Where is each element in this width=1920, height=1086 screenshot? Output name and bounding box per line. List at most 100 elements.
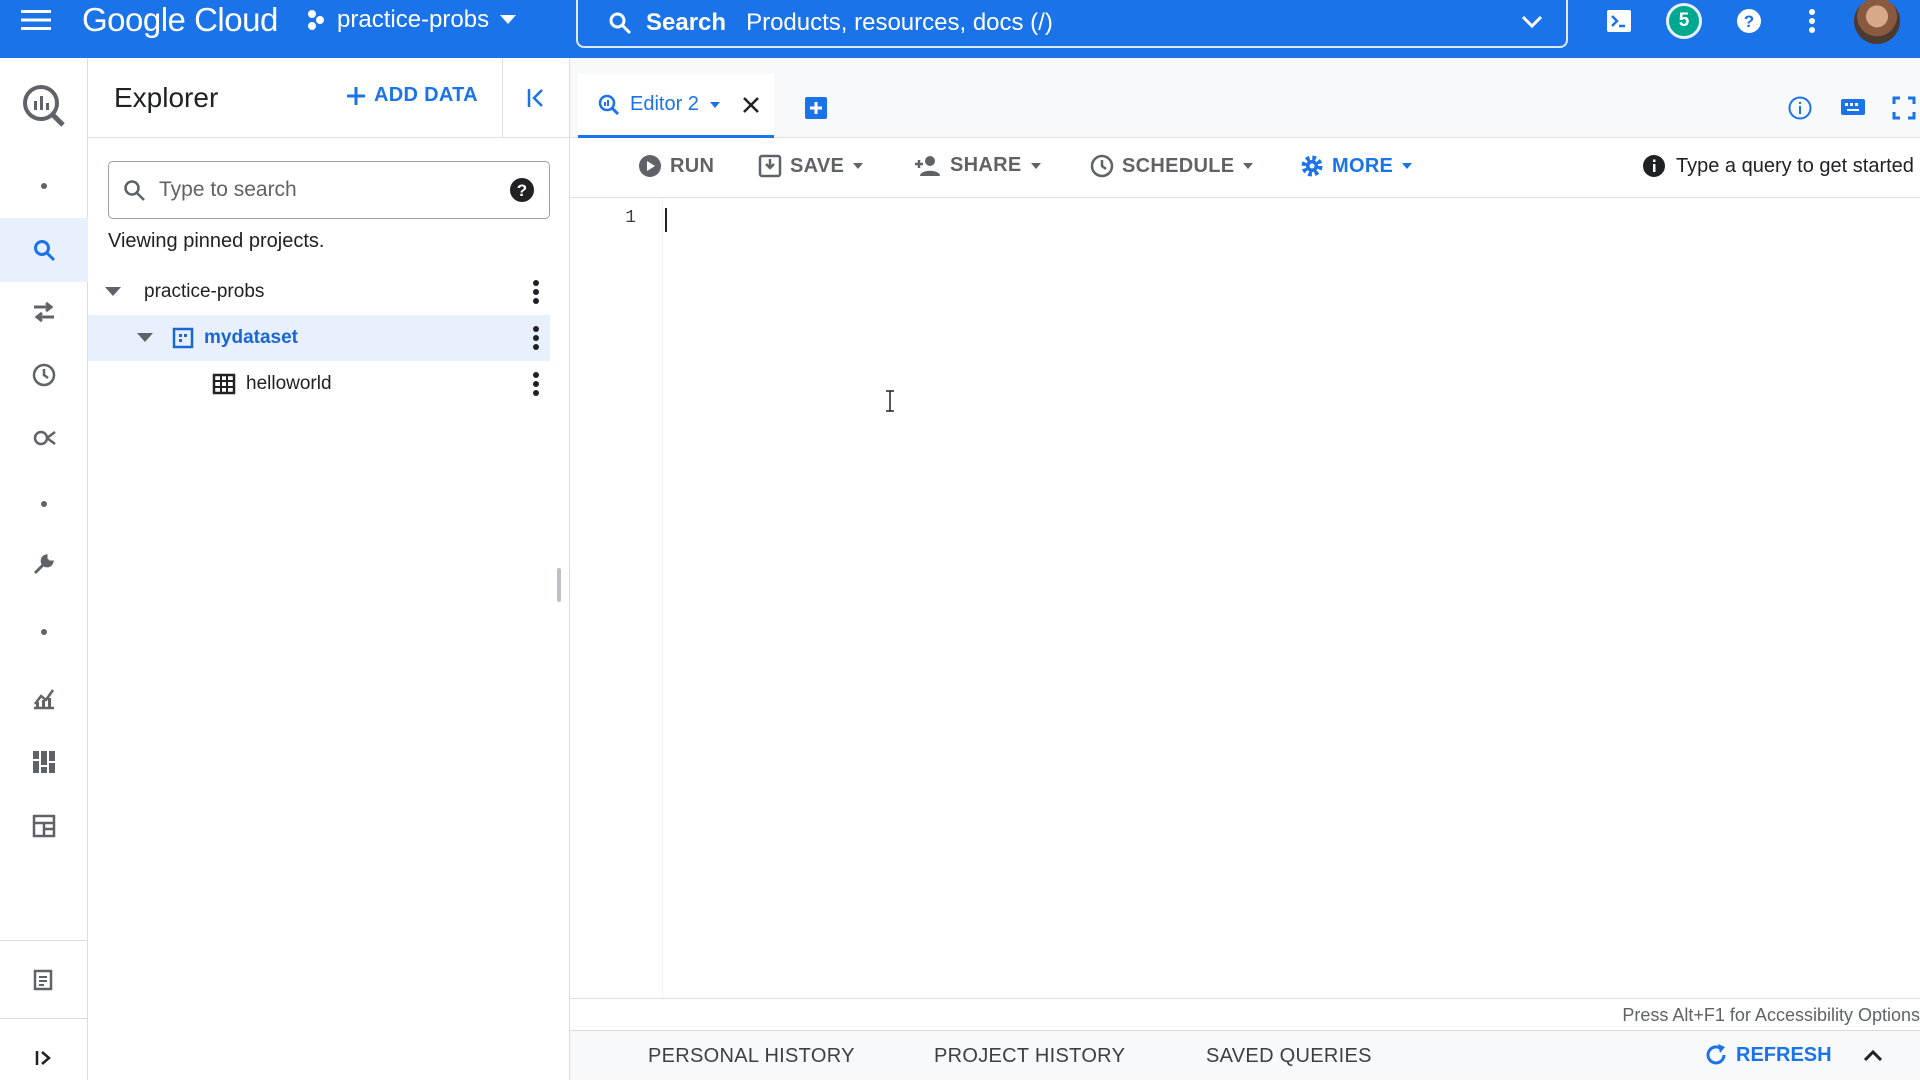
viewing-pinned-text: Viewing pinned projects.: [108, 230, 325, 252]
sql-code-editor[interactable]: [662, 198, 1920, 998]
nav-dot-1: [0, 158, 88, 214]
explorer-search-box[interactable]: ?: [108, 161, 550, 219]
refresh-label: REFRESH: [1736, 1043, 1832, 1066]
keyboard-icon[interactable]: [1840, 96, 1866, 118]
run-button[interactable]: RUN: [638, 154, 714, 178]
close-tab-button[interactable]: [741, 95, 761, 115]
expand-right-icon: [35, 1051, 51, 1065]
tree-item-label: practice-probs: [144, 281, 265, 302]
more-button[interactable]: MORE: [1300, 154, 1413, 178]
info-icon[interactable]: [1788, 96, 1812, 120]
more-options-button[interactable]: [1800, 0, 1824, 42]
nav-dashboard[interactable]: [0, 734, 88, 790]
account-button[interactable]: [1852, 0, 1902, 44]
project-selector[interactable]: practice-probs: [305, 0, 517, 40]
caret-down-icon: [1030, 162, 1041, 169]
query-hint: Type a query to get started: [1642, 154, 1914, 178]
save-button[interactable]: SAVE: [758, 154, 864, 178]
grid-table-icon: [32, 814, 56, 838]
caret-down-icon[interactable]: [709, 101, 721, 109]
top-bar: Google Cloud practice-probs Search Produ…: [0, 0, 1920, 58]
nav-release-notes[interactable]: [0, 952, 88, 1008]
help-icon[interactable]: ?: [509, 177, 535, 203]
notification-badge: 5: [1666, 3, 1702, 39]
nav-dot-3: [0, 604, 88, 660]
info-filled-icon: [1643, 155, 1665, 177]
share-button[interactable]: SHARE: [914, 154, 1042, 177]
tab-personal-history[interactable]: PERSONAL HISTORY: [648, 1045, 855, 1068]
bigquery-icon: [23, 85, 65, 127]
search-icon: [34, 240, 56, 262]
tab-project-history[interactable]: PROJECT HISTORY: [934, 1045, 1125, 1068]
project-name: practice-probs: [337, 6, 490, 33]
nav-analytics-hub[interactable]: [0, 410, 88, 466]
bottom-history-bar: PERSONAL HISTORY PROJECT HISTORY SAVED Q…: [570, 1030, 1920, 1080]
kebab-menu-icon[interactable]: [532, 371, 540, 397]
chevron-up-icon[interactable]: [1862, 1045, 1884, 1067]
add-tab-icon[interactable]: [804, 96, 828, 120]
wrench-icon: [33, 554, 54, 575]
tree-item-project[interactable]: practice-probs: [88, 269, 550, 315]
cloud-shell-button[interactable]: [1604, 0, 1634, 42]
caret-down-icon: [1402, 163, 1413, 169]
dataset-icon: [172, 327, 194, 349]
panel-resize-handle[interactable]: [557, 568, 561, 602]
add-data-label: ADD DATA: [374, 84, 478, 106]
nav-data-transfers[interactable]: [0, 284, 88, 340]
tab-editor-2[interactable]: Editor 2: [578, 74, 774, 138]
help-button[interactable]: ?: [1734, 0, 1764, 42]
schedule-label: SCHEDULE: [1122, 154, 1235, 177]
caret-down-icon: [500, 15, 517, 24]
caret-down-icon[interactable]: [104, 286, 122, 298]
nav-table[interactable]: [0, 798, 88, 854]
gear-icon: [1301, 155, 1323, 177]
hint-text: Type a query to get started: [1676, 154, 1914, 177]
table-icon: [212, 373, 236, 395]
add-person-icon: [915, 155, 940, 176]
dashboard-icon: [33, 751, 55, 773]
main-menu-button[interactable]: [16, 0, 56, 40]
kebab-menu-icon[interactable]: [532, 279, 540, 305]
chevron-down-icon[interactable]: [1520, 10, 1544, 34]
close-icon: [743, 96, 759, 113]
bigquery-logo-button[interactable]: [0, 68, 88, 144]
nav-monitoring[interactable]: [0, 670, 88, 726]
save-label: SAVE: [790, 154, 845, 177]
chart-icon: [34, 689, 55, 710]
tree-item-table[interactable]: helloworld: [88, 361, 550, 407]
tree-item-dataset[interactable]: mydataset: [88, 315, 550, 361]
nav-tools[interactable]: [0, 536, 88, 592]
left-nav-rail: [0, 58, 88, 1080]
accessibility-hint: Press Alt+F1 for Accessibility Options: [570, 998, 1920, 1030]
tree-item-label: mydataset: [204, 327, 298, 348]
explorer-title: Explorer: [114, 82, 219, 113]
tab-saved-queries[interactable]: SAVED QUERIES: [1206, 1045, 1372, 1068]
editor-area: Editor 2 RUN SAVE SHARE SCHEDULE MORE Ty…: [570, 58, 1920, 1080]
svg-text:?: ?: [1744, 12, 1754, 31]
add-data-button[interactable]: ADD DATA: [346, 84, 478, 107]
nav-scheduled-queries[interactable]: [0, 347, 88, 403]
expand-nav-button[interactable]: [0, 1030, 88, 1086]
tab-label: Editor 2: [630, 93, 699, 115]
global-search-bar[interactable]: Search Products, resources, docs (/): [576, 0, 1568, 48]
svg-text:?: ?: [517, 181, 527, 200]
fullscreen-icon[interactable]: [1892, 96, 1916, 120]
clock-icon: [1090, 154, 1114, 178]
schedule-button[interactable]: SCHEDULE: [1090, 154, 1254, 178]
refresh-button[interactable]: REFRESH: [1704, 1043, 1832, 1067]
explorer-panel: Explorer ADD DATA ? Viewing pinned proje…: [88, 58, 570, 1080]
caret-down-icon[interactable]: [136, 332, 154, 344]
explorer-search-input[interactable]: [157, 177, 487, 203]
editor-tab-bar: Editor 2: [570, 58, 1920, 138]
search-icon: [124, 180, 145, 201]
kebab-menu-icon[interactable]: [532, 325, 540, 351]
transfer-arrows-icon: [34, 301, 54, 323]
query-editor-icon: [598, 94, 620, 115]
notifications-button[interactable]: 5: [1664, 0, 1704, 42]
nav-explorer[interactable]: [0, 218, 88, 282]
google-cloud-logo[interactable]: Google Cloud: [82, 0, 278, 40]
collapse-explorer-button[interactable]: [502, 58, 570, 138]
search-label: Search: [646, 9, 727, 36]
clock-icon: [32, 363, 56, 387]
kebab-menu-icon: [1809, 9, 1815, 33]
